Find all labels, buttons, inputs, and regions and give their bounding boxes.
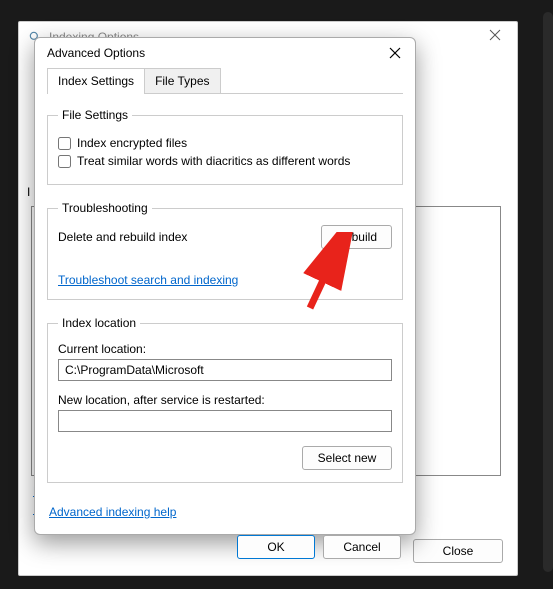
file-settings-legend: File Settings (58, 108, 132, 122)
select-new-button[interactable]: Select new (302, 446, 392, 470)
tabs: Index Settings File Types (47, 68, 403, 94)
ok-button[interactable]: OK (237, 535, 315, 559)
current-location-label: Current location: (58, 342, 392, 356)
troubleshooting-group: Troubleshooting Delete and rebuild index… (47, 201, 403, 300)
current-location-input[interactable] (58, 359, 392, 381)
cancel-button[interactable]: Cancel (323, 535, 401, 559)
close-button[interactable]: Close (413, 539, 503, 563)
troubleshooting-legend: Troubleshooting (58, 201, 152, 215)
dialog-titlebar: Advanced Options (35, 38, 415, 68)
index-location-legend: Index location (58, 316, 140, 330)
close-icon[interactable] (385, 43, 405, 63)
tab-file-types[interactable]: File Types (144, 68, 220, 93)
index-encrypted-checkbox[interactable] (58, 137, 71, 150)
new-location-label: New location, after service is restarted… (58, 393, 392, 407)
new-location-input[interactable] (58, 410, 392, 432)
close-icon[interactable] (489, 28, 509, 48)
index-encrypted-label: Index encrypted files (77, 136, 187, 150)
index-location-group: Index location Current location: New loc… (47, 316, 403, 483)
troubleshoot-link[interactable]: Troubleshoot search and indexing (58, 273, 238, 287)
advanced-options-dialog: Advanced Options Index Settings File Typ… (34, 37, 416, 535)
tab-index-settings[interactable]: Index Settings (47, 68, 145, 94)
diacritics-checkbox[interactable] (58, 155, 71, 168)
file-settings-group: File Settings Index encrypted files Trea… (47, 108, 403, 185)
rebuild-button[interactable]: Rebuild (321, 225, 392, 249)
index-encrypted-row[interactable]: Index encrypted files (58, 136, 392, 150)
advanced-indexing-help-link[interactable]: Advanced indexing help (49, 505, 176, 519)
delete-rebuild-label: Delete and rebuild index (58, 230, 187, 244)
diacritics-row[interactable]: Treat similar words with diacritics as d… (58, 154, 392, 168)
diacritics-label: Treat similar words with diacritics as d… (77, 154, 350, 168)
bg-label: I (27, 185, 30, 199)
page-scrollbar[interactable] (543, 12, 553, 572)
dialog-title: Advanced Options (47, 46, 145, 60)
dialog-footer: OK Cancel (47, 535, 403, 559)
